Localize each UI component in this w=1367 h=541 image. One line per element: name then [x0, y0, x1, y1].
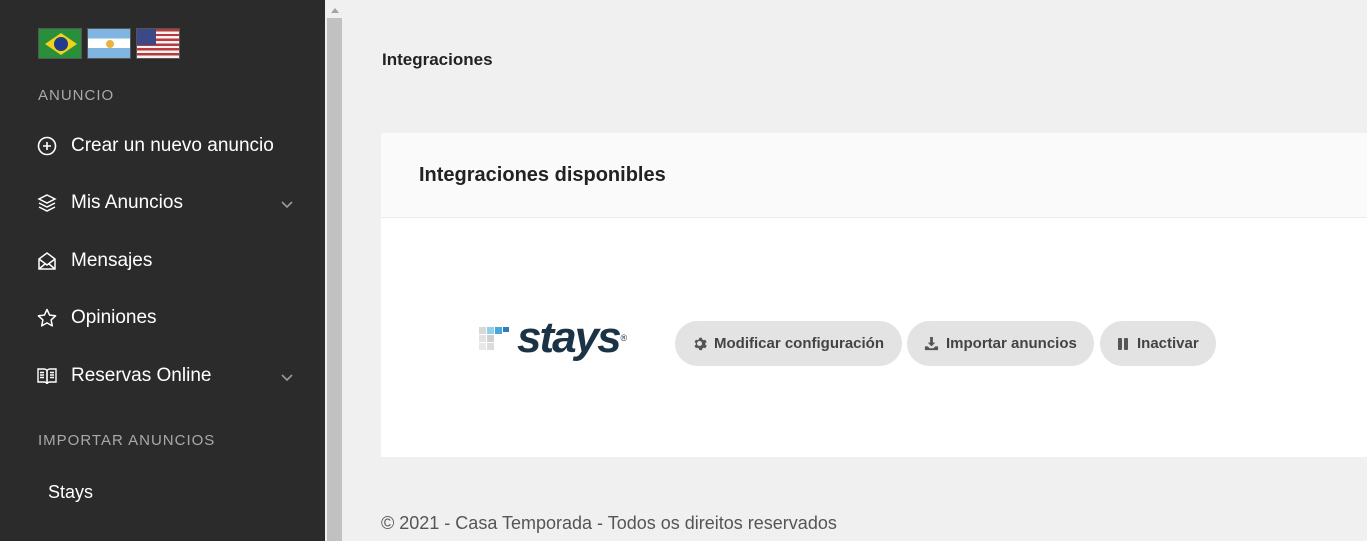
sidebar-item-label: Mensajes	[71, 250, 153, 271]
sidebar-item-label: Mis Anuncios	[71, 192, 183, 213]
chevron-down-icon	[280, 196, 294, 214]
envelope-open-icon	[36, 250, 58, 272]
download-icon	[924, 336, 939, 351]
sidebar-item-label: Opiniones	[71, 307, 157, 328]
import-listings-label: Importar anuncios	[946, 335, 1077, 352]
stays-logo: stays ®	[477, 316, 627, 360]
usa-flag-icon[interactable]	[136, 28, 180, 59]
deactivate-button[interactable]: Inactivar	[1100, 321, 1216, 366]
chevron-down-icon	[280, 369, 294, 387]
stays-logo-mark-icon	[479, 327, 509, 350]
layers-icon	[36, 192, 58, 214]
page-title: Integraciones	[382, 50, 493, 69]
plus-circle-icon	[36, 135, 58, 157]
brazil-flag-icon[interactable]	[38, 28, 82, 59]
section-label-anuncio: ANUNCIO	[38, 87, 115, 104]
language-flags	[38, 28, 180, 59]
registered-mark: ®	[620, 333, 628, 343]
footer-copyright: © 2021 - Casa Temporada - Todos os direi…	[381, 513, 837, 533]
card-title: Integraciones disponibles	[419, 163, 666, 186]
scrollbar-thumb[interactable]	[327, 18, 342, 541]
gear-icon	[692, 336, 707, 351]
argentina-flag-icon[interactable]	[87, 28, 131, 59]
sidebar-item-opiniones[interactable]: Opiniones	[36, 303, 296, 333]
scroll-up-arrow-icon[interactable]	[331, 8, 339, 13]
stays-logo-text: stays	[517, 313, 622, 362]
modify-configuration-label: Modificar configuración	[714, 335, 885, 352]
sidebar-item-reservas-online[interactable]: Reservas Online	[36, 361, 296, 391]
section-label-importar: IMPORTAR ANUNCIOS	[38, 432, 216, 449]
import-listings-button[interactable]: Importar anuncios	[907, 321, 1094, 366]
card-header: Integraciones disponibles	[381, 133, 1367, 218]
star-icon	[36, 307, 58, 329]
sidebar-item-label: Reservas Online	[71, 365, 212, 386]
sidebar-item-stays[interactable]: Stays	[48, 482, 93, 503]
sidebar-item-label: Crear un nuevo anuncio	[71, 135, 274, 156]
sidebar: ANUNCIO Crear un nuevo anuncio Mis Anunc…	[0, 0, 325, 541]
modify-configuration-button[interactable]: Modificar configuración	[675, 321, 902, 366]
sidebar-item-mensajes[interactable]: Mensajes	[36, 246, 296, 276]
book-icon	[36, 365, 58, 387]
sidebar-item-crear-anuncio[interactable]: Crear un nuevo anuncio	[36, 131, 296, 161]
sidebar-item-mis-anuncios[interactable]: Mis Anuncios	[36, 188, 296, 218]
deactivate-label: Inactivar	[1137, 335, 1199, 352]
integrations-card: Integraciones disponibles stays ® Modific…	[381, 133, 1367, 457]
vertical-scrollbar[interactable]	[325, 0, 344, 541]
pause-icon	[1117, 337, 1130, 351]
